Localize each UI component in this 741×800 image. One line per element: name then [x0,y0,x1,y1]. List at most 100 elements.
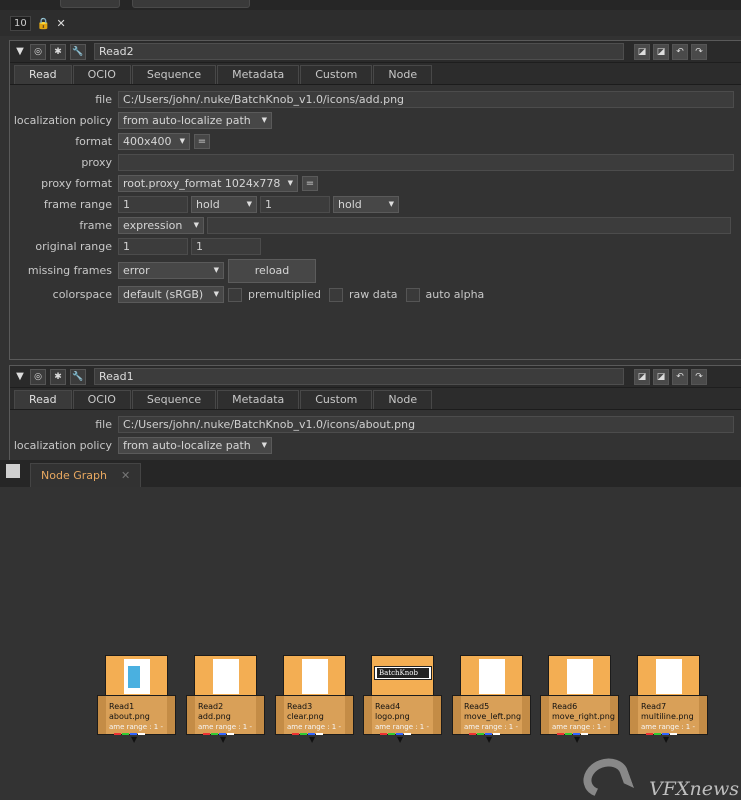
float-panel-icon[interactable]: ◪ [634,368,650,385]
max-panels-input[interactable]: 10 [10,15,31,31]
read-node[interactable]: Read3 clear.png ame range : 1 - ▼ [275,655,354,744]
tab-sequence[interactable]: Sequence [131,390,217,409]
redo-icon[interactable]: ↷ [691,368,707,385]
tab-node-graph[interactable]: Node Graph ✕ [30,463,142,487]
node-name: Read1 [109,702,135,711]
float-panel-icon[interactable]: ◪ [634,43,650,60]
tab-metadata[interactable]: Metadata [217,390,300,409]
tab-custom[interactable]: Custom [300,65,373,84]
tab-custom[interactable]: Custom [300,390,373,409]
node-name: Read7 [641,702,667,711]
chevron-down-icon: ▼ [179,137,185,145]
tab-properties[interactable] [60,0,120,8]
node-graph-canvas[interactable] [0,487,741,800]
frame-mode-dropdown[interactable]: expression ▼ [118,217,204,234]
format-dropdown[interactable]: 400x400 ▼ [118,133,190,150]
frame-expression-input[interactable] [207,217,731,234]
auto-alpha-checkbox[interactable] [405,287,420,302]
tab-ocio[interactable]: OCIO [72,65,131,84]
node-frame-range: ame range : 1 - [641,723,696,731]
undo-icon[interactable]: ↶ [672,368,688,385]
proxy-input[interactable] [118,154,734,171]
localization-policy-dropdown[interactable]: from auto-localize path ▼ [118,437,272,454]
raw-data-checkbox[interactable] [329,287,343,302]
close-panels-icon[interactable]: ✕ [56,17,65,30]
localization-policy-value: from auto-localize path [123,439,251,452]
node-file: move_right.png [552,712,615,721]
frame-range-start-input[interactable]: 1 [118,196,188,213]
file-input[interactable]: C:/Users/john/.nuke/BatchKnob_v1.0/icons… [118,416,734,433]
node-name: Read5 [464,702,490,711]
tab-sequence[interactable]: Sequence [131,65,217,84]
file-input[interactable]: C:/Users/john/.nuke/BatchKnob_v1.0/icons… [118,91,734,108]
format-equals-button[interactable]: = [194,134,210,149]
read-node[interactable]: Read6 move_right.png ame range : 1 - ▼ [540,655,619,744]
node-frame-range: ame range : 1 - [464,723,519,731]
localization-policy-dropdown[interactable]: from auto-localize path ▼ [118,112,272,129]
tab-read[interactable]: Read [14,65,72,84]
frame-label: frame [79,219,112,232]
collapse-triangle-icon[interactable]: ▼ [14,371,26,382]
read-node[interactable]: Read2 add.png ame range : 1 - ▼ [186,655,265,744]
after-hold-dropdown[interactable]: hold ▼ [333,196,399,213]
proxy-format-dropdown[interactable]: root.proxy_format 1024x778 ▼ [118,175,298,192]
node-frame-range: ame range : 1 - [109,723,164,731]
panel-header: ▼ ◎ ✱ 🔧 Read1 ◪ ◪ ↶ ↷ [10,366,741,388]
node-name-field[interactable]: Read2 [94,43,624,60]
proxy-format-row: proxy format root.proxy_format 1024x778 ▼… [10,173,741,194]
node-color-icon[interactable]: ✱ [50,43,66,60]
node-graph-tab-label: Node Graph [41,469,107,482]
premultiplied-checkbox[interactable] [228,287,242,302]
read-node[interactable]: Read7 multiline.png ame range : 1 - ▼ [629,655,708,744]
node-frame-range: ame range : 1 - [198,723,253,731]
close-icon[interactable]: ✕ [121,469,130,482]
node-name: Read2 [198,702,224,711]
lock-icon[interactable]: 🔒 [37,17,51,30]
read-node[interactable]: Read1 about.png ame range : 1 - ▼ [97,655,176,744]
tab-script-editor[interactable] [132,0,250,8]
missing-frames-dropdown[interactable]: error ▼ [118,262,224,279]
node-frame-range: ame range : 1 - [375,723,430,731]
colorspace-row: colorspace default (sRGB) ▼ premultiplied… [10,284,741,305]
undo-icon[interactable]: ↶ [672,43,688,60]
read-node[interactable]: BatchKnob Read4 logo.png ame range : 1 -… [363,655,442,744]
tab-node[interactable]: Node [373,65,433,84]
output-arrow-icon: ▼ [309,735,316,744]
node-file: add.png [198,712,231,721]
reload-button[interactable]: reload [228,258,316,283]
tab-ocio[interactable]: OCIO [72,390,131,409]
viewer-icon[interactable]: ◎ [30,43,46,60]
node-name-field[interactable]: Read1 [94,368,624,385]
node-name: Read6 [552,702,578,711]
missing-frames-value: error [123,264,150,277]
original-range-start-input[interactable]: 1 [118,238,188,255]
read-node[interactable]: Read5 move_left.png ame range : 1 - ▼ [452,655,531,744]
output-arrow-icon: ▼ [574,735,581,744]
before-hold-dropdown[interactable]: hold ▼ [191,196,257,213]
tab-read[interactable]: Read [14,390,72,409]
pane-tab-strip [0,0,741,10]
pane-menu-icon[interactable] [6,464,20,478]
node-thumbnail: BatchKnob [371,655,434,695]
maximize-panel-icon[interactable]: ◪ [653,43,669,60]
wrench-icon[interactable]: 🔧 [70,368,86,385]
node-file: multiline.png [641,712,694,721]
localization-policy-value: from auto-localize path [123,114,251,127]
node-color-icon[interactable]: ✱ [50,368,66,385]
node-name: Read4 [375,702,401,711]
original-range-end-input[interactable]: 1 [191,238,261,255]
frame-range-end-input[interactable]: 1 [260,196,330,213]
node-file: about.png [109,712,150,721]
tab-metadata[interactable]: Metadata [217,65,300,84]
tab-node[interactable]: Node [373,390,433,409]
redo-icon[interactable]: ↷ [691,43,707,60]
proxy-format-equals-button[interactable]: = [302,176,318,191]
viewer-icon[interactable]: ◎ [30,368,46,385]
wrench-icon[interactable]: 🔧 [70,43,86,60]
collapse-triangle-icon[interactable]: ▼ [14,46,26,57]
colorspace-value: default (sRGB) [123,288,204,301]
maximize-panel-icon[interactable]: ◪ [653,368,669,385]
knob-tabs: Read OCIO Sequence Metadata Custom Node [10,63,741,85]
colorspace-dropdown[interactable]: default (sRGB) ▼ [118,286,224,303]
file-row: file C:/Users/john/.nuke/BatchKnob_v1.0/… [10,414,741,435]
